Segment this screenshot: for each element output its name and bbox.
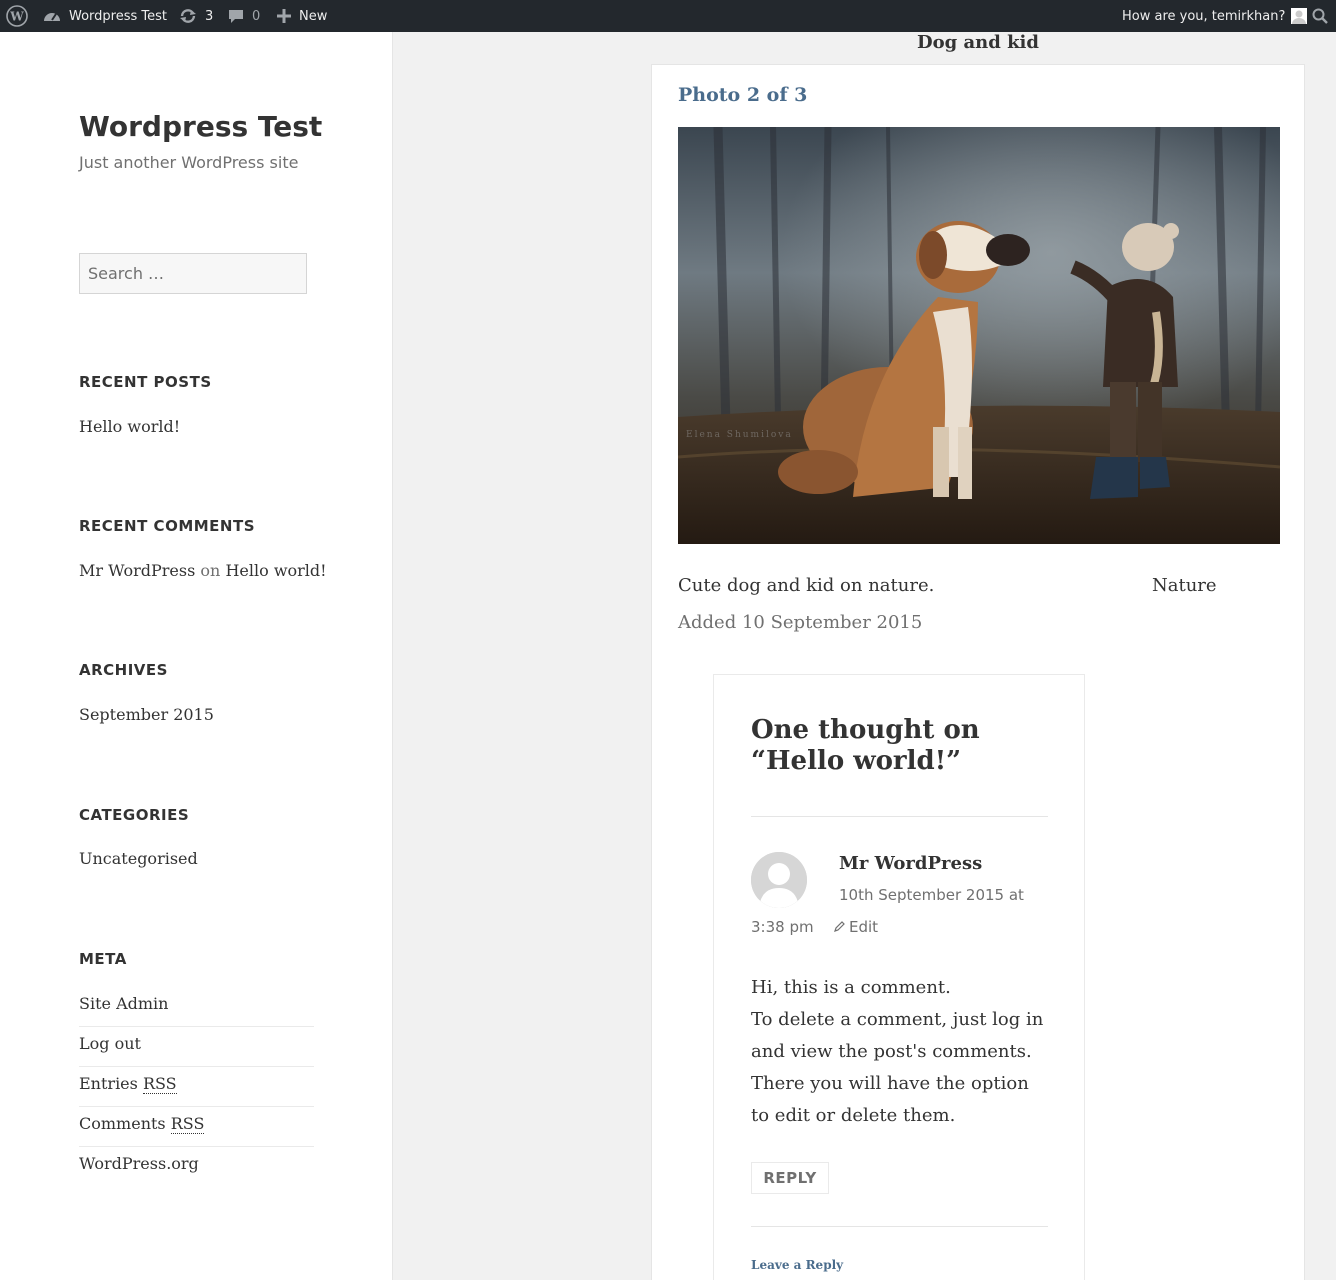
comments-menu[interactable]: 0 xyxy=(228,0,260,32)
site-title[interactable]: Wordpress Test xyxy=(79,110,322,143)
comment-body-line: and view the post's comments. xyxy=(751,1041,1032,1062)
comments-title-line1: One thought on xyxy=(751,715,980,745)
meta-wordpress-org-link[interactable]: WordPress.org xyxy=(79,1147,314,1187)
photo-added-date: Added 10 September 2015 xyxy=(678,612,923,633)
comment-body-line: To delete a comment, just log in xyxy=(751,1009,1044,1030)
wordpress-logo-icon[interactable]: W xyxy=(6,0,28,32)
comment-edit-link[interactable]: Edit xyxy=(834,918,878,936)
sidebar: Wordpress Test Just another WordPress si… xyxy=(0,32,393,1280)
recent-post-link[interactable]: Hello world! xyxy=(79,417,180,436)
greeting-text: How are you, temirkhan? xyxy=(1122,8,1286,24)
search-input[interactable]: Search … xyxy=(79,253,307,294)
photo-category[interactable]: Nature xyxy=(1152,575,1217,596)
rss-abbr: RSS xyxy=(170,1114,205,1134)
comments-title-line2: “Hello world!” xyxy=(751,746,962,776)
leave-reply-heading: Leave a Reply xyxy=(751,1258,844,1272)
site-name-menu[interactable]: Wordpress Test xyxy=(43,0,167,32)
comment-time[interactable]: 3:38 pm xyxy=(751,918,814,936)
my-account-menu[interactable]: How are you, temirkhan? xyxy=(1122,0,1308,32)
rss-abbr: RSS xyxy=(142,1074,177,1094)
reply-button[interactable]: REPLY xyxy=(751,1162,829,1194)
comment-bubble-icon xyxy=(228,8,244,24)
updates-menu[interactable]: 3 xyxy=(179,0,213,32)
recent-comment-author[interactable]: Mr WordPress xyxy=(79,561,195,580)
photo-count-link[interactable]: Photo 2 of 3 xyxy=(678,84,807,106)
divider xyxy=(751,816,1048,817)
meta-comments-rss-link[interactable]: Comments RSS xyxy=(79,1107,314,1147)
updates-count: 3 xyxy=(205,8,214,24)
recent-comment-on: on xyxy=(200,561,221,580)
comment-body-line: to edit or delete them. xyxy=(751,1105,956,1126)
plus-icon xyxy=(277,9,291,23)
dog-and-kid-photo[interactable]: Elena Shumilova xyxy=(678,127,1280,544)
archives-title: ARCHIVES xyxy=(79,661,168,679)
meta-title: META xyxy=(79,950,127,968)
comment-body-line: There you will have the option xyxy=(751,1073,1029,1094)
pencil-icon xyxy=(834,918,845,936)
category-link[interactable]: Uncategorised xyxy=(79,849,198,868)
comment-author: Mr WordPress xyxy=(839,853,983,874)
meta-site-admin-link[interactable]: Site Admin xyxy=(79,987,314,1027)
recent-comment-post-link[interactable]: Hello world! xyxy=(225,561,326,580)
site-name-label: Wordpress Test xyxy=(69,8,168,24)
updates-icon xyxy=(179,8,197,24)
comment-body: Hi, this is a comment. To delete a comme… xyxy=(751,972,1051,1132)
admin-bar: W Wordpress Test 3 0 New How are you, te… xyxy=(0,0,1336,32)
categories-title: CATEGORIES xyxy=(79,806,190,824)
photo-caption: Cute dog and kid on nature. xyxy=(678,575,935,596)
comment-body-line: Hi, this is a comment. xyxy=(751,977,951,998)
search-icon[interactable] xyxy=(1312,0,1328,32)
divider xyxy=(751,1226,1048,1227)
comment-edit-label: Edit xyxy=(849,918,879,936)
entries-rss-prefix: Entries xyxy=(79,1074,143,1093)
comments-section: One thought on “Hello world!” Mr WordPre… xyxy=(713,674,1085,1280)
new-label: New xyxy=(299,8,328,24)
archive-link[interactable]: September 2015 xyxy=(79,705,214,724)
site-description: Just another WordPress site xyxy=(79,153,299,172)
comments-count: 0 xyxy=(252,8,261,24)
recent-comments-title: RECENT COMMENTS xyxy=(79,517,256,535)
recent-posts-title: RECENT POSTS xyxy=(79,373,212,391)
avatar xyxy=(751,852,807,908)
dashboard-icon xyxy=(43,8,61,24)
comment-date[interactable]: 10th September 2015 at xyxy=(839,886,1024,904)
post-heading: Dog and kid xyxy=(917,32,1039,53)
meta-log-out-link[interactable]: Log out xyxy=(79,1027,314,1067)
meta-entries-rss-link[interactable]: Entries RSS xyxy=(79,1067,314,1107)
photo-watermark: Elena Shumilova xyxy=(686,430,793,440)
comments-title: One thought on “Hello world!” xyxy=(751,715,1051,777)
recent-comment-item: Mr WordPress on Hello world! xyxy=(79,561,327,580)
comments-rss-prefix: Comments xyxy=(79,1114,171,1133)
svg-text:W: W xyxy=(9,10,24,24)
new-content-menu[interactable]: New xyxy=(277,0,327,32)
user-avatar xyxy=(1291,8,1308,24)
